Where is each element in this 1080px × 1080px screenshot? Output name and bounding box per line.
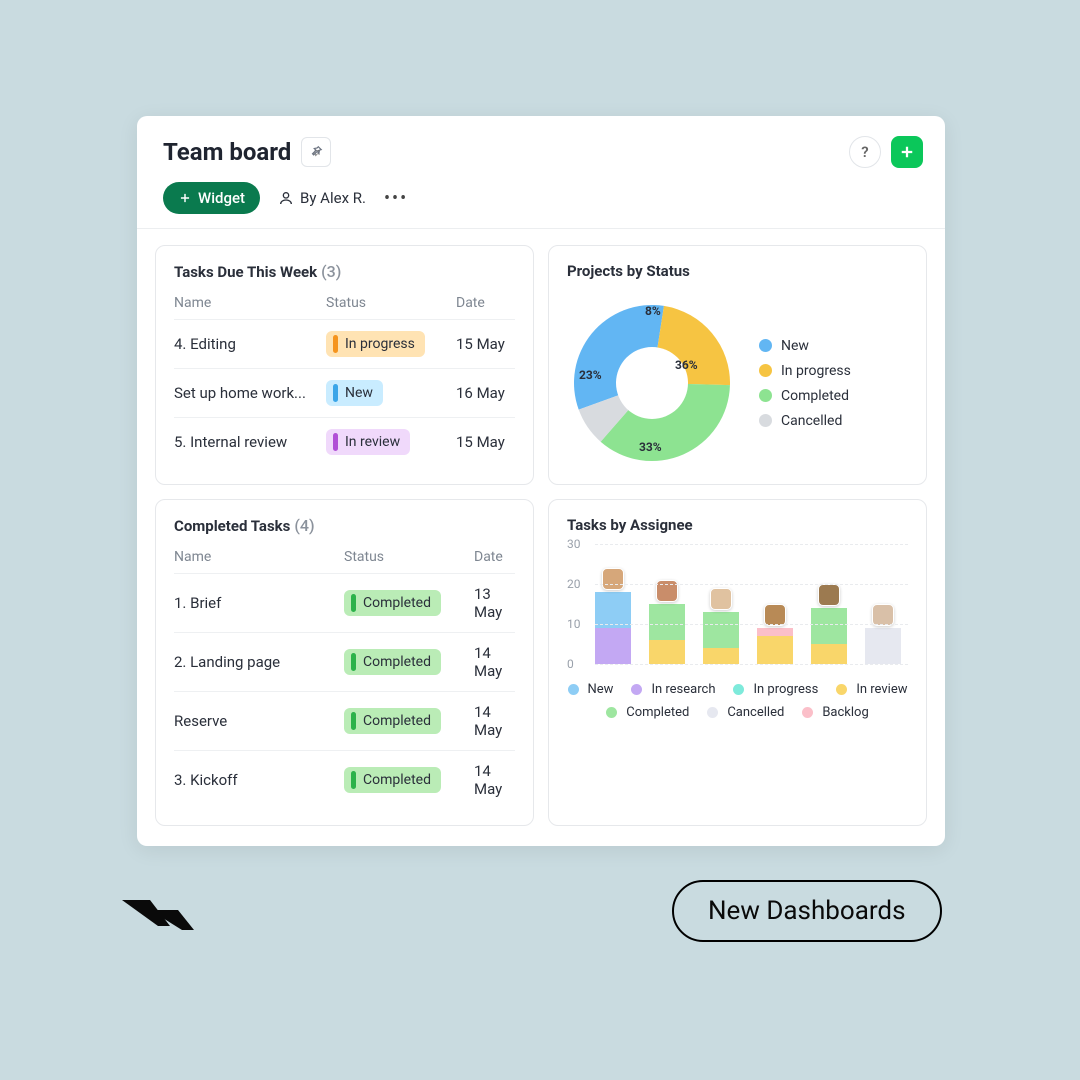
legend-item: New <box>568 682 614 697</box>
cell-date: 13 May <box>474 585 515 621</box>
user-icon <box>278 190 294 206</box>
status-badge: Completed <box>344 590 441 616</box>
cell-date: 14 May <box>474 703 515 739</box>
table-row[interactable]: 4. EditingIn progress 15 May <box>174 319 515 368</box>
cell-name: 3. Kickoff <box>174 771 344 789</box>
table-row[interactable]: 2. Landing pageCompleted 14 May <box>174 632 515 691</box>
legend-item: Completed <box>606 705 689 720</box>
legend-item: In progress <box>759 363 851 379</box>
table-row[interactable]: ReserveCompleted 14 May <box>174 691 515 750</box>
donut-chart: 33% 23% 36% 8% <box>567 298 737 468</box>
widget-button-label: Widget <box>198 189 245 207</box>
card-assignee: Tasks by Assignee 0 10 20 30 New In research… <box>548 499 927 826</box>
status-badge: New <box>326 380 383 406</box>
cell-name: Reserve <box>174 712 344 730</box>
dashboard-app: Team board ? Widget By Alex R. ••• <box>137 116 945 846</box>
card-due: Tasks Due This Week (3) Name Status Date… <box>155 245 534 485</box>
axis-tick: 10 <box>567 617 581 631</box>
legend-item: Cancelled <box>707 705 784 720</box>
legend-item: Cancelled <box>759 413 851 429</box>
avatar <box>602 568 624 590</box>
cell-name: Set up home work... <box>174 384 326 402</box>
card-due-title: Tasks Due This Week <box>174 263 317 281</box>
pin-button[interactable] <box>301 137 331 167</box>
table-row[interactable]: Set up home work...New 16 May <box>174 368 515 417</box>
col-date: Date <box>474 549 515 565</box>
cell-status: Completed <box>344 590 474 616</box>
cell-date: 15 May <box>456 335 515 353</box>
bar-column <box>865 628 901 664</box>
bar-column <box>811 608 847 664</box>
card-projects-title: Projects by Status <box>567 262 908 280</box>
cell-status: Completed <box>344 708 474 734</box>
chart-label: 23% <box>579 368 602 382</box>
card-done-title: Completed Tasks <box>174 517 290 535</box>
cell-status: In progress <box>326 331 456 357</box>
cell-name: 2. Landing page <box>174 653 344 671</box>
card-projects: Projects by Status 33% 23% 36% 8% New In pro… <box>548 245 927 485</box>
add-widget-button[interactable]: Widget <box>163 182 260 214</box>
table-row[interactable]: 5. Internal reviewIn review 15 May <box>174 417 515 466</box>
cell-name: 1. Brief <box>174 594 344 612</box>
logo-icon <box>122 892 194 944</box>
bar-column <box>703 612 739 664</box>
more-button[interactable]: ••• <box>384 188 408 209</box>
avatar <box>818 584 840 606</box>
byline-text: By Alex R. <box>300 189 366 207</box>
status-badge: Completed <box>344 708 441 734</box>
cell-date: 15 May <box>456 433 515 451</box>
help-button[interactable]: ? <box>849 136 881 168</box>
card-done-count: (4) <box>294 516 314 535</box>
card-assignee-title: Tasks by Assignee <box>567 516 908 534</box>
legend-item: In progress <box>733 682 818 697</box>
chart-label: 8% <box>645 304 661 318</box>
cell-date: 14 May <box>474 762 515 798</box>
status-badge: In progress <box>326 331 425 357</box>
status-badge: In review <box>326 429 410 455</box>
table-row[interactable]: 1. BriefCompleted 13 May <box>174 573 515 632</box>
col-status: Status <box>326 295 456 311</box>
chart-label: 33% <box>639 440 662 454</box>
cell-status: Completed <box>344 767 474 793</box>
cell-status: In review <box>326 429 456 455</box>
table-row[interactable]: 3. KickoffCompleted 14 May <box>174 750 515 809</box>
bar-column <box>649 604 685 664</box>
cell-date: 16 May <box>456 384 515 402</box>
add-button[interactable] <box>891 136 923 168</box>
byline[interactable]: By Alex R. <box>278 189 366 207</box>
status-badge: Completed <box>344 649 441 675</box>
legend-item: New <box>759 338 851 354</box>
avatar <box>710 588 732 610</box>
col-date: Date <box>456 295 515 311</box>
bar-column <box>595 592 631 664</box>
col-name: Name <box>174 549 344 565</box>
legend-item: In research <box>631 682 715 697</box>
legend-item: In review <box>836 682 907 697</box>
cell-name: 5. Internal review <box>174 433 326 451</box>
card-done: Completed Tasks (4) Name Status Date 1. … <box>155 499 534 826</box>
status-badge: Completed <box>344 767 441 793</box>
plus-icon <box>178 191 192 205</box>
bar-column <box>757 628 793 664</box>
header: Team board ? Widget By Alex R. ••• <box>137 116 945 229</box>
avatar <box>764 604 786 626</box>
new-dashboards-pill[interactable]: New Dashboards <box>672 880 942 942</box>
avatar <box>872 604 894 626</box>
cell-name: 4. Editing <box>174 335 326 353</box>
axis-tick: 0 <box>567 657 574 671</box>
col-status: Status <box>344 549 474 565</box>
chart-label: 36% <box>675 358 698 372</box>
cell-status: New <box>326 380 456 406</box>
axis-tick: 30 <box>567 537 581 551</box>
col-name: Name <box>174 295 326 311</box>
legend-item: Backlog <box>802 705 868 720</box>
axis-tick: 20 <box>567 577 581 591</box>
card-due-count: (3) <box>321 262 341 281</box>
legend-item: Completed <box>759 388 851 404</box>
cell-status: Completed <box>344 649 474 675</box>
cell-date: 14 May <box>474 644 515 680</box>
page-title: Team board <box>163 138 291 166</box>
